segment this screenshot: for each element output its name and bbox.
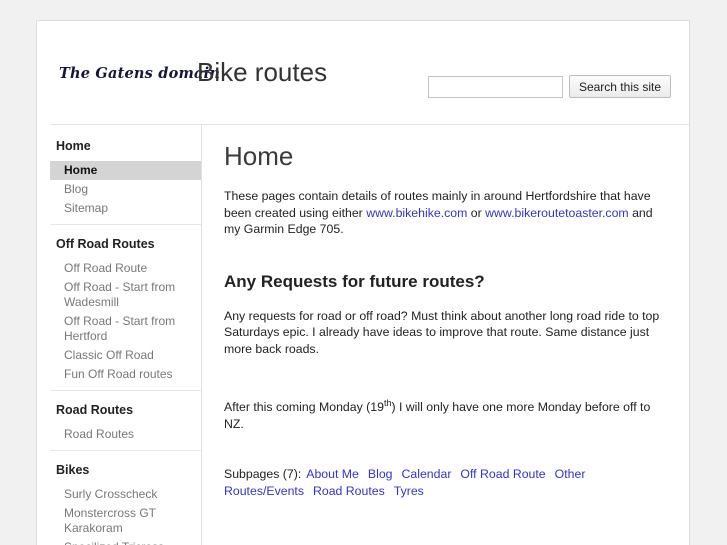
sidebar-item-off-road-route[interactable]: Off Road Route — [50, 259, 201, 278]
subpages-list: Subpages (7): About Me Blog Calendar Off Roa… — [224, 466, 671, 500]
sidebar-section-home: Home Home Blog Sitemap — [50, 139, 201, 224]
subpage-link-tyres[interactable]: Tyres — [394, 484, 424, 498]
sidebar-item-road-routes[interactable]: Road Routes — [50, 425, 201, 444]
sidebar-section-off-road-routes: Off Road Routes Off Road Route Off Road … — [50, 224, 201, 390]
page-root: The Gatens domain Bike routes Search thi… — [0, 0, 727, 545]
sidebar-item-fun-off-road-routes[interactable]: Fun Off Road routes — [50, 365, 201, 384]
sidebar-item-home[interactable]: Home — [50, 161, 201, 180]
sidebar-item-surly-crosscheck[interactable]: Surly Crosscheck — [50, 485, 201, 504]
search-input[interactable] — [427, 75, 563, 98]
sidebar-item-classic-off-road[interactable]: Classic Off Road — [50, 346, 201, 365]
monday-paragraph: After this coming Monday (19th) I will o… — [224, 395, 671, 432]
section-title-requests: Any Requests for future routes? — [224, 271, 485, 291]
site-header: The Gatens domain Bike routes Search thi… — [37, 21, 689, 125]
page-title: Home — [224, 141, 294, 171]
link-bikehike[interactable]: www.bikehike.com — [366, 206, 467, 220]
sidebar-item-blog[interactable]: Blog — [50, 180, 201, 199]
sidebar-item-off-road-wadesmill[interactable]: Off Road - Start from Wadesmill — [50, 278, 201, 312]
sidebar-heading: Home — [56, 139, 91, 153]
sidebar-item-off-road-hertford[interactable]: Off Road - Start from Hertford — [50, 312, 201, 346]
sidebar-nav: Home Home Blog Sitemap Off Road Routes O… — [50, 125, 202, 545]
page-body: Home Home Blog Sitemap Off Road Routes O… — [37, 125, 689, 545]
sidebar-item-sitemap[interactable]: Sitemap — [50, 199, 201, 218]
sidebar-section-bikes: Bikes Surly Crosscheck Monstercross GT K… — [50, 450, 201, 545]
site-logo: The Gatens domain — [59, 65, 221, 82]
search-button[interactable]: Search this site — [568, 75, 671, 98]
site-title: Bike routes — [197, 57, 328, 87]
link-bikeroutetoaster[interactable]: www.bikeroutetoaster.com — [485, 206, 629, 220]
sidebar-section-road-routes: Road Routes Road Routes — [50, 390, 201, 450]
sidebar-heading: Bikes — [56, 463, 90, 477]
sidebar-heading: Off Road Routes — [56, 237, 155, 251]
sidebar-item-monstercross-gt-karakoram[interactable]: Monstercross GT Karakoram — [50, 504, 201, 538]
sidebar-item-specilized-tricross[interactable]: Specilized Tricross — [50, 538, 201, 545]
main-content: Home These pages contain details of rout… — [202, 125, 689, 545]
subpage-link-calendar[interactable]: Calendar — [402, 467, 452, 481]
site-search: Search this site — [427, 75, 671, 98]
requests-paragraph: Any requests for road or off road? Must … — [224, 308, 660, 356]
subpage-link-road-routes[interactable]: Road Routes — [313, 484, 385, 498]
subpage-link-off-road-route[interactable]: Off Road Route — [460, 467, 545, 481]
intro-text-part2: or — [467, 205, 486, 220]
subpage-link-blog[interactable]: Blog — [368, 467, 393, 481]
intro-paragraph: These pages contain details of routes ma… — [224, 188, 671, 238]
site-card: The Gatens domain Bike routes Search thi… — [36, 20, 690, 545]
monday-text-part1: After this coming Monday (19 — [224, 400, 384, 415]
subpages-label: Subpages (7): — [224, 467, 302, 482]
sidebar-heading: Road Routes — [56, 403, 134, 417]
subpage-link-about-me[interactable]: About Me — [306, 467, 359, 481]
